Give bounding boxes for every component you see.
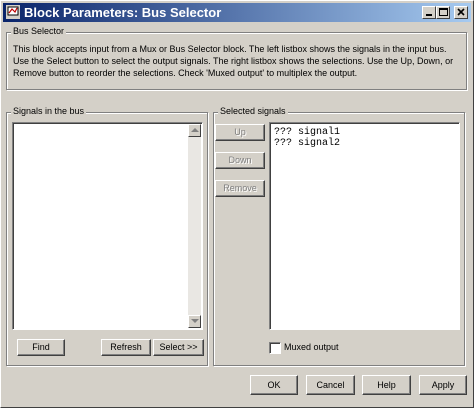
scroll-down-arrow-icon xyxy=(191,319,199,323)
muxed-output-checkbox[interactable] xyxy=(269,342,281,354)
selected-signals-legend: Selected signals xyxy=(218,106,288,117)
up-button[interactable]: Up xyxy=(215,124,265,141)
selected-signal-item[interactable]: ??? signal2 xyxy=(274,138,340,149)
help-button[interactable]: Help xyxy=(362,375,411,395)
minimize-button[interactable] xyxy=(422,6,436,19)
muxed-output-label[interactable]: Muxed output xyxy=(284,341,339,353)
signals-listbox-scrollbar[interactable] xyxy=(188,124,201,328)
scroll-down-button[interactable] xyxy=(188,315,201,328)
close-button[interactable] xyxy=(454,6,468,19)
remove-button[interactable]: Remove xyxy=(215,180,265,197)
dialog-window: Block Parameters: Bus Selector Bus Selec… xyxy=(0,0,474,408)
find-button[interactable]: Find xyxy=(17,339,65,356)
down-button[interactable]: Down xyxy=(215,152,265,169)
selected-signal-item[interactable]: ??? signal1 xyxy=(274,127,340,138)
close-icon xyxy=(457,8,465,16)
maximize-button[interactable] xyxy=(436,6,450,19)
ok-button[interactable]: OK xyxy=(250,375,298,395)
window-title: Block Parameters: Bus Selector xyxy=(24,5,222,20)
scroll-up-arrow-icon xyxy=(191,128,199,132)
simulink-app-icon xyxy=(6,5,20,19)
signals-in-bus-legend: Signals in the bus xyxy=(11,106,87,117)
scroll-up-button[interactable] xyxy=(188,124,201,137)
title-bar[interactable]: Block Parameters: Bus Selector xyxy=(3,3,471,22)
apply-button[interactable]: Apply xyxy=(419,375,467,395)
block-description: This block accepts input from a Mux or B… xyxy=(13,44,454,78)
select-button[interactable]: Select >> xyxy=(153,339,204,356)
minimize-icon xyxy=(426,14,432,16)
maximize-icon xyxy=(439,8,448,16)
refresh-button[interactable]: Refresh xyxy=(101,339,151,356)
signals-in-bus-listbox[interactable] xyxy=(12,122,203,330)
selected-signals-listbox[interactable]: ??? signal1 ??? signal2 xyxy=(269,122,460,330)
bus-selector-legend: Bus Selector xyxy=(11,26,67,37)
cancel-button[interactable]: Cancel xyxy=(306,375,355,395)
